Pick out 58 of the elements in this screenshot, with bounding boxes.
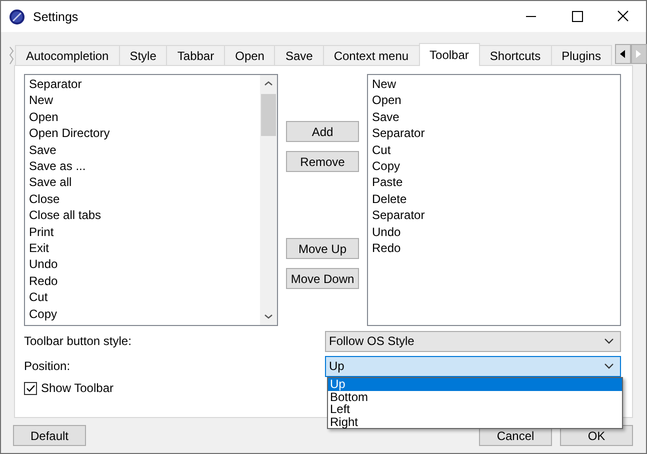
dropdown-option[interactable]: Left (328, 403, 622, 416)
list-item[interactable]: Save (29, 142, 256, 158)
tab[interactable]: Autocompletion (15, 45, 120, 65)
list-button[interactable]: Move Up (286, 238, 359, 259)
list-button[interactable]: Remove (286, 151, 359, 172)
list-item[interactable]: Copy (372, 158, 616, 174)
list-item[interactable]: Copy (29, 306, 256, 322)
checkbox-label[interactable]: Show Toolbar (41, 381, 114, 395)
list-item[interactable]: Undo (372, 224, 616, 240)
list-item[interactable]: Separator (372, 207, 616, 224)
list-item[interactable]: Undo (29, 256, 256, 273)
field-label: Position: (24, 359, 70, 373)
chevron-down-icon (604, 338, 614, 344)
available-actions-list[interactable]: Separator New Open Open Directory Save Save as ... Save all Close Close all tabs Print Exit Undo Redo Cut Copy (24, 74, 278, 326)
list-button[interactable]: Add (286, 121, 359, 142)
list-item[interactable]: Paste (372, 174, 616, 191)
list-item[interactable]: Exit (29, 240, 256, 256)
list-item[interactable]: New (29, 92, 256, 109)
dialog-button[interactable]: Default (13, 425, 86, 446)
scroll-up-icon[interactable] (264, 81, 273, 86)
dropdown-option[interactable]: Right (328, 416, 622, 428)
list-item[interactable]: Save as ... (29, 158, 256, 174)
list-item[interactable]: Print (29, 224, 256, 240)
dropdown-option[interactable]: Up (328, 378, 622, 390)
list-button[interactable]: Move Down (286, 268, 359, 289)
field-label: Toolbar button style: (24, 334, 132, 348)
dropdown[interactable]: Follow OS Style (325, 330, 621, 352)
list-item[interactable]: Open (372, 92, 616, 109)
list-item[interactable]: Open Directory (29, 125, 256, 142)
tab[interactable]: Toolbar (418, 43, 480, 66)
app-logo-icon (9, 8, 25, 24)
list-item[interactable]: Separator (372, 125, 616, 142)
list-item[interactable]: Delete (372, 190, 616, 208)
list-item[interactable]: New (372, 76, 616, 92)
list-item[interactable]: Separator (29, 76, 256, 92)
list-item[interactable]: Save all (29, 174, 256, 191)
dropdown[interactable]: Up (325, 356, 621, 376)
scroll-left-icon[interactable] (620, 50, 626, 58)
list-item[interactable]: Redo (372, 240, 616, 256)
scrollbar[interactable] (260, 75, 277, 325)
list-item[interactable]: Close (29, 190, 256, 208)
list-item[interactable]: Open (29, 108, 256, 126)
list-item[interactable]: Cut (372, 142, 616, 158)
dropdown-option[interactable]: Bottom (328, 390, 622, 403)
tab[interactable]: Plugins (550, 45, 612, 65)
scroll-down-icon[interactable] (264, 314, 273, 319)
tab[interactable]: Open (224, 45, 276, 65)
list-item[interactable]: Redo (29, 272, 256, 290)
list-item[interactable]: Cut (29, 289, 256, 306)
tab[interactable]: Style (118, 45, 168, 65)
list-item[interactable]: Save (372, 108, 616, 126)
toolbar-actions-list[interactable]: New Open Save Separator Cut Copy Paste Delete Separator Undo Redo (367, 74, 621, 326)
scroll-thumb[interactable] (261, 94, 276, 136)
list-item[interactable]: Close all tabs (29, 207, 256, 224)
checkbox[interactable] (24, 382, 37, 394)
window-title: Settings (33, 10, 80, 24)
chevron-down-icon (604, 363, 614, 369)
tab-edge-icon (9, 45, 15, 65)
